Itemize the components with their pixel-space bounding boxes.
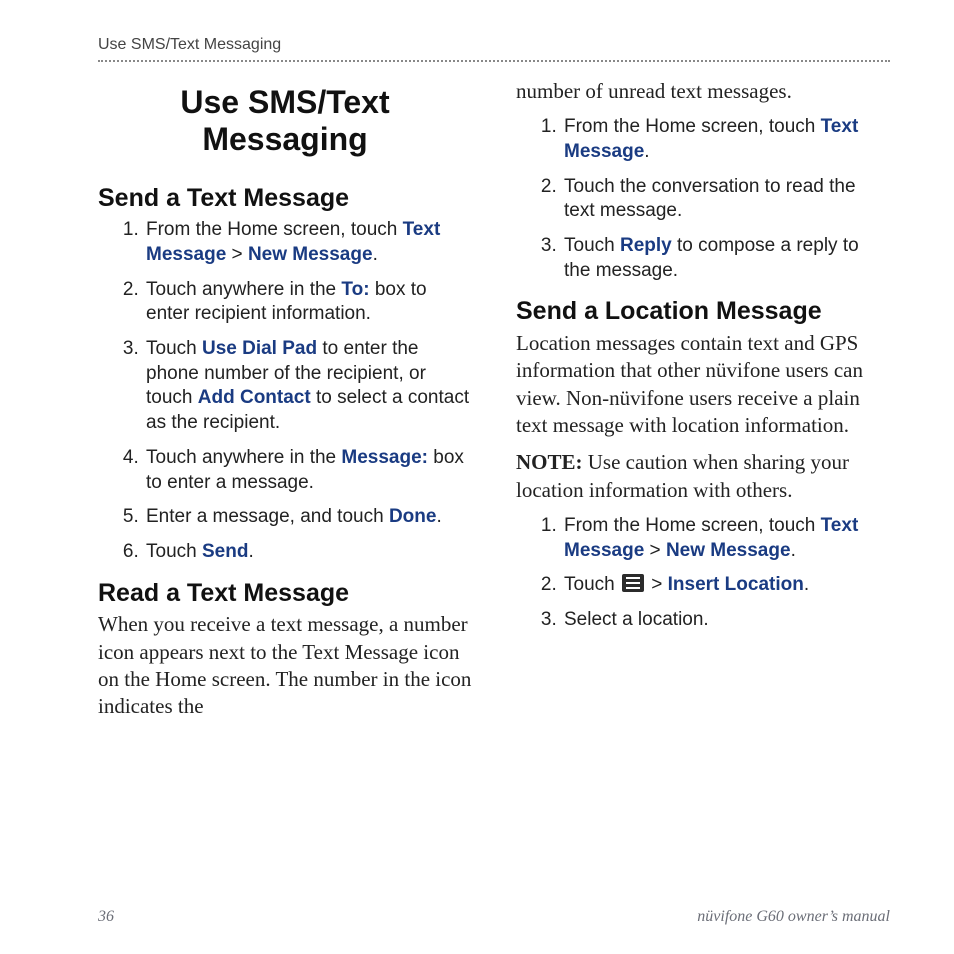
breadcrumb-separator: > (646, 574, 668, 595)
step-text: Touch (146, 338, 202, 359)
step-text: Touch the conversation to read the text … (564, 176, 856, 222)
list-item: Touch anywhere in the To: box to enter r… (144, 278, 472, 327)
step-text: Select a location. (564, 609, 709, 630)
keyword: Add Contact (198, 387, 311, 408)
right-column: number of unread text messages. From the… (516, 74, 890, 731)
step-text: From the Home screen, touch (564, 116, 821, 137)
list-item: Enter a message, and touch Done. (144, 505, 472, 530)
keyword: Insert Location (668, 574, 804, 595)
list-item: From the Home screen, touch Text Message… (562, 514, 890, 563)
running-header: Use SMS/Text Messaging (98, 36, 890, 62)
keyword: Reply (620, 235, 672, 256)
keyword: Message: (341, 447, 428, 468)
keyword: Done (389, 506, 437, 527)
list-item: Touch Send. (144, 540, 472, 565)
send-location-steps: From the Home screen, touch Text Message… (516, 514, 890, 633)
list-item: Touch the conversation to read the text … (562, 175, 890, 224)
send-text-steps: From the Home screen, touch Text Message… (98, 218, 472, 564)
list-item: From the Home screen, touch Text Message… (144, 218, 472, 267)
page-number: 36 (98, 908, 114, 926)
step-text: Touch anywhere in the (146, 447, 341, 468)
keyword: New Message (248, 244, 373, 265)
list-item: Select a location. (562, 608, 890, 633)
read-text-steps: From the Home screen, touch Text Message… (516, 115, 890, 283)
step-text: Enter a message, and touch (146, 506, 389, 527)
menu-icon (622, 574, 644, 592)
manual-title: nüvifone G60 owner’s manual (697, 908, 890, 926)
step-text: From the Home screen, touch (146, 219, 403, 240)
step-text: . (436, 506, 441, 527)
step-text: . (804, 574, 809, 595)
list-item: Touch Use Dial Pad to enter the phone nu… (144, 337, 472, 436)
step-text: . (248, 541, 253, 562)
list-item: Touch > Insert Location. (562, 573, 890, 598)
read-text-intro: When you receive a text message, a numbe… (98, 611, 472, 720)
left-column: Use SMS/Text Messaging Send a Text Messa… (98, 74, 472, 731)
note-paragraph: NOTE: Use caution when sharing your loca… (516, 449, 890, 504)
step-text: Touch (564, 235, 620, 256)
location-intro: Location messages contain text and GPS i… (516, 330, 890, 439)
list-item: From the Home screen, touch Text Message… (562, 115, 890, 164)
step-text: Touch (146, 541, 202, 562)
step-text: From the Home screen, touch (564, 515, 821, 536)
heading-send-location: Send a Location Message (516, 297, 890, 326)
note-label: NOTE: (516, 450, 583, 474)
keyword: New Message (666, 540, 791, 561)
step-text: . (373, 244, 378, 265)
keyword: To: (341, 279, 369, 300)
breadcrumb-separator: > (226, 244, 248, 265)
list-item: Touch anywhere in the Message: box to en… (144, 446, 472, 495)
breadcrumb-separator: > (644, 540, 666, 561)
keyword: Use Dial Pad (202, 338, 317, 359)
step-text: . (791, 540, 796, 561)
two-column-layout: Use SMS/Text Messaging Send a Text Messa… (98, 74, 890, 731)
heading-send-text: Send a Text Message (98, 184, 472, 213)
keyword: Send (202, 541, 248, 562)
continuation-text: number of unread text messages. (516, 78, 890, 105)
list-item: Touch Reply to compose a reply to the me… (562, 234, 890, 283)
step-text: Touch anywhere in the (146, 279, 341, 300)
page-footer: 36 nüvifone G60 owner’s manual (98, 908, 890, 926)
page-title: Use SMS/Text Messaging (98, 84, 472, 158)
step-text: . (644, 141, 649, 162)
step-text: Touch (564, 574, 620, 595)
heading-read-text: Read a Text Message (98, 579, 472, 608)
